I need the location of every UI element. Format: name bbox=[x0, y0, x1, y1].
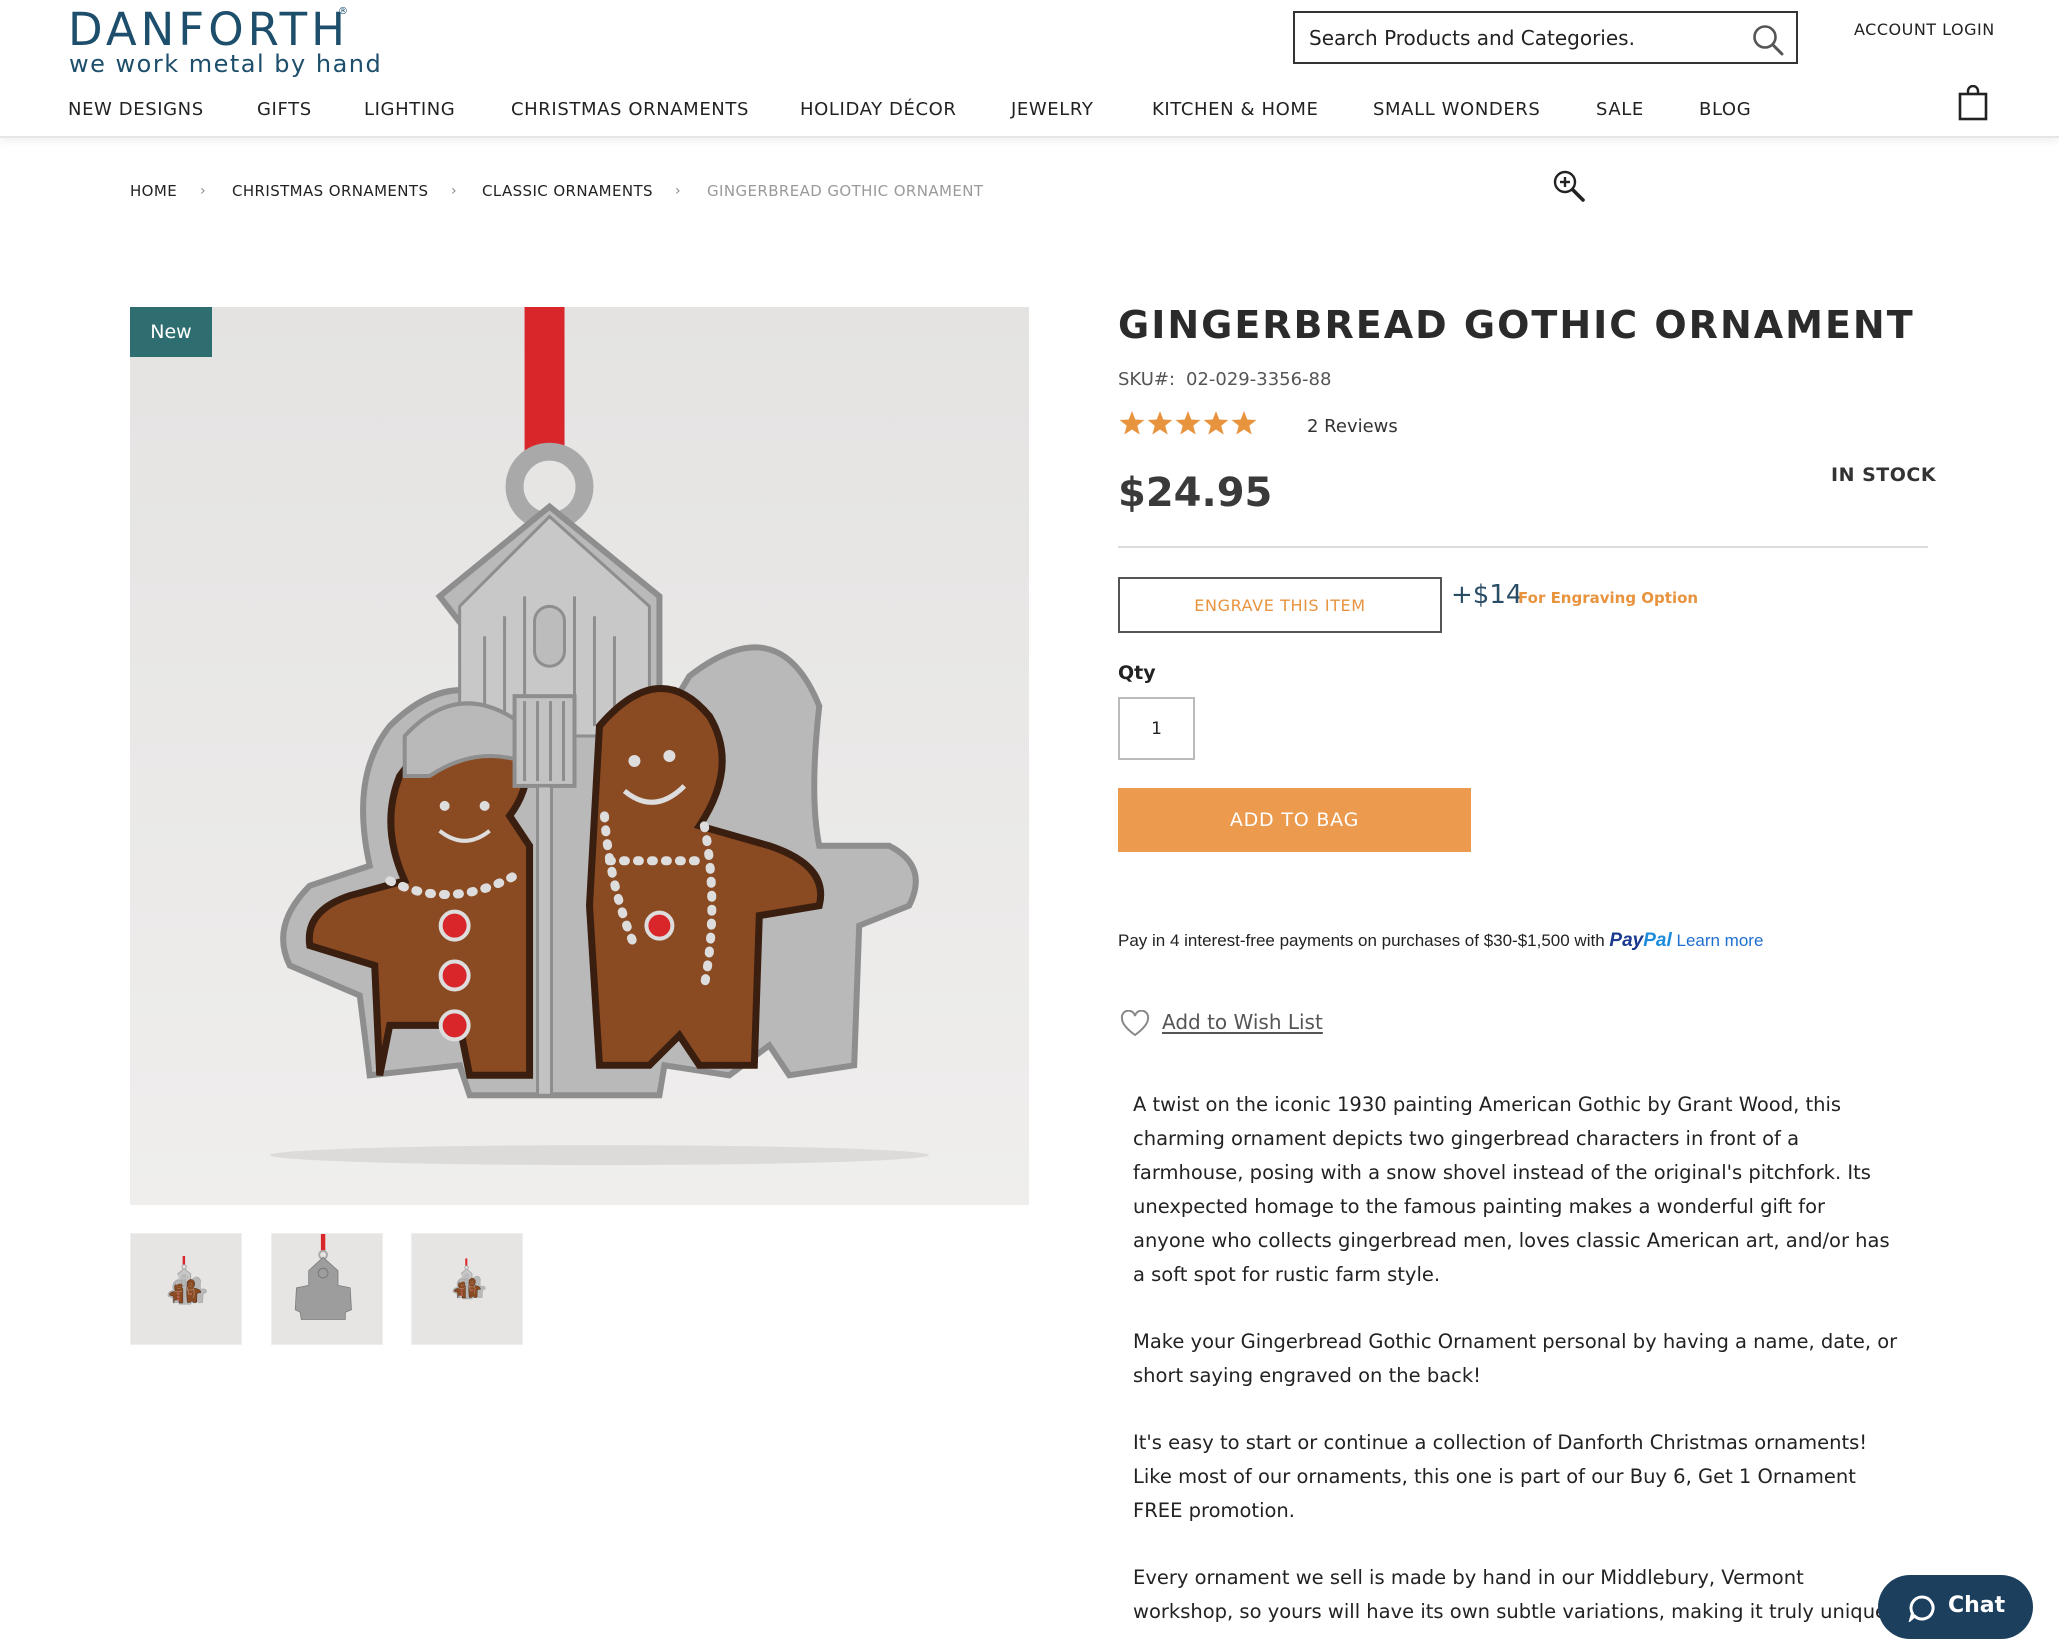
site-header: DANFORTH ® we work metal by hand ACCOUNT… bbox=[0, 0, 2059, 138]
chevron-right-icon: › bbox=[451, 183, 457, 199]
shopping-bag-icon[interactable] bbox=[1957, 85, 1989, 121]
nav-item-gifts[interactable]: GIFTS bbox=[257, 99, 312, 120]
nav-item-jewelry[interactable]: JEWELRY bbox=[1011, 99, 1093, 120]
star-rating bbox=[1119, 411, 1257, 435]
nav-item-blog[interactable]: BLOG bbox=[1699, 99, 1751, 120]
star-icon bbox=[1231, 411, 1257, 435]
product-title: GINGERBREAD GOTHIC ORNAMENT bbox=[1118, 303, 1915, 347]
chat-bubble-icon bbox=[1908, 1595, 1935, 1622]
engrave-price: +$14 bbox=[1451, 580, 1523, 610]
paypal-logo-pay: Pay bbox=[1609, 930, 1644, 951]
engrave-note: For Engraving Option bbox=[1518, 589, 1699, 607]
breadcrumb-current: GINGERBREAD GOTHIC ORNAMENT bbox=[707, 182, 984, 200]
paypal-message: Pay in 4 interest-free payments on purch… bbox=[1118, 930, 1763, 952]
nav-item-small-wonders[interactable]: SMALL WONDERS bbox=[1373, 99, 1540, 120]
product-thumbnail[interactable] bbox=[130, 1233, 242, 1345]
logo-name: DANFORTH bbox=[68, 3, 349, 56]
star-icon bbox=[1119, 411, 1145, 435]
search-icon[interactable] bbox=[1749, 21, 1787, 59]
paypal-learn-more-link[interactable]: Learn more bbox=[1676, 931, 1763, 950]
engrave-item-button[interactable]: ENGRAVE THIS ITEM bbox=[1118, 577, 1442, 633]
main-nav: NEW DESIGNS GIFTS LIGHTING CHRISTMAS ORN… bbox=[0, 93, 1800, 129]
chat-button[interactable]: Chat bbox=[1878, 1575, 2033, 1639]
sku-value: 02-029-3356-88 bbox=[1186, 369, 1332, 390]
add-to-bag-button[interactable]: ADD TO BAG bbox=[1118, 788, 1471, 852]
nav-item-new-designs[interactable]: NEW DESIGNS bbox=[68, 99, 204, 120]
product-price: $24.95 bbox=[1118, 470, 1273, 516]
chevron-right-icon: › bbox=[200, 183, 206, 199]
nav-item-kitchen-home[interactable]: KITCHEN & HOME bbox=[1152, 99, 1318, 120]
danforth-logo[interactable]: DANFORTH ® we work metal by hand bbox=[68, 3, 381, 79]
qty-label: Qty bbox=[1118, 662, 1156, 684]
paypal-message-text: Pay in 4 interest-free payments on purch… bbox=[1118, 931, 1605, 950]
description-paragraph: Every ornament we sell is made by hand i… bbox=[1133, 1566, 1894, 1623]
paypal-logo-pal: Pal bbox=[1643, 930, 1672, 951]
chevron-right-icon: › bbox=[675, 183, 681, 199]
logo-registered-mark: ® bbox=[338, 6, 348, 17]
breadcrumb-christmas-ornaments[interactable]: CHRISTMAS ORNAMENTS bbox=[232, 182, 428, 200]
star-icon bbox=[1203, 411, 1229, 435]
zoom-in-icon[interactable] bbox=[1551, 168, 1587, 204]
new-badge: New bbox=[130, 307, 212, 357]
chat-label: Chat bbox=[1948, 1593, 2006, 1618]
product-thumbnail[interactable] bbox=[271, 1233, 383, 1345]
nav-item-sale[interactable]: SALE bbox=[1596, 99, 1644, 120]
nav-item-christmas-ornaments[interactable]: CHRISTMAS ORNAMENTS bbox=[511, 99, 749, 120]
reviews-link[interactable]: 2 Reviews bbox=[1307, 416, 1398, 437]
quantity-input[interactable] bbox=[1118, 697, 1195, 760]
star-icon bbox=[1147, 411, 1173, 435]
product-description: A twist on the iconic 1930 painting Amer… bbox=[1133, 1088, 1903, 1648]
star-icon bbox=[1175, 411, 1201, 435]
nav-item-lighting[interactable]: LIGHTING bbox=[364, 99, 455, 120]
paypal-logo: PayPal bbox=[1609, 930, 1671, 951]
stock-status: IN STOCK bbox=[1831, 464, 1937, 486]
product-main-image[interactable] bbox=[130, 307, 1029, 1205]
heart-icon[interactable] bbox=[1120, 1010, 1150, 1038]
breadcrumb-home[interactable]: HOME bbox=[130, 182, 177, 200]
product-thumbnail[interactable] bbox=[411, 1233, 523, 1345]
add-to-wishlist-link[interactable]: Add to Wish List bbox=[1162, 1010, 1323, 1034]
sku-label: SKU#: bbox=[1118, 369, 1176, 390]
search-box bbox=[1293, 11, 1798, 64]
logo-tagline: we work metal by hand bbox=[69, 50, 383, 78]
description-paragraph: It's easy to start or continue a collect… bbox=[1133, 1431, 1868, 1522]
account-login-link[interactable]: ACCOUNT LOGIN bbox=[1854, 20, 1995, 39]
description-paragraph: A twist on the iconic 1930 painting Amer… bbox=[1133, 1093, 1890, 1286]
nav-item-holiday-decor[interactable]: HOLIDAY DÉCOR bbox=[800, 99, 957, 120]
breadcrumb-classic-ornaments[interactable]: CLASSIC ORNAMENTS bbox=[482, 182, 653, 200]
divider bbox=[1118, 546, 1928, 548]
description-paragraph: Make your Gingerbread Gothic Ornament pe… bbox=[1133, 1330, 1898, 1387]
search-input[interactable] bbox=[1309, 21, 1729, 55]
